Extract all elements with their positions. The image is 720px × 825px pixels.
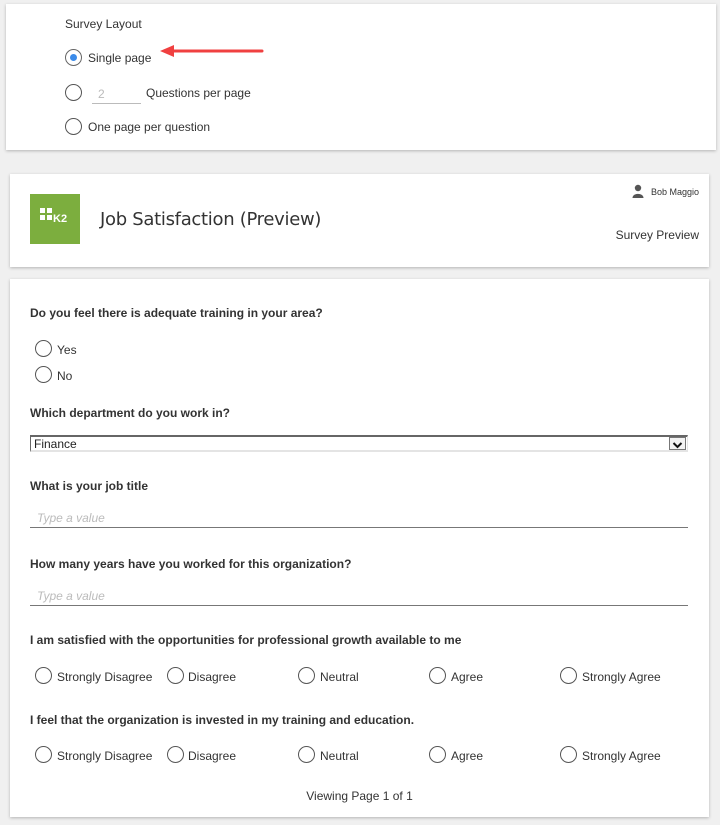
q1-no-label[interactable]: No <box>57 369 72 383</box>
question-6-text: I feel that the organization is invested… <box>30 713 415 727</box>
questions-per-page-radio[interactable] <box>65 84 82 101</box>
page-indicator: Viewing Page 1 of 1 <box>306 789 413 803</box>
q1-yes-label[interactable]: Yes <box>57 343 77 357</box>
q5-agree-radio[interactable] <box>429 667 446 684</box>
survey-header: K2 Job Satisfaction (Preview) Bob Maggio… <box>10 174 709 267</box>
q6-neutral-label[interactable]: Neutral <box>320 749 359 763</box>
q6-agree-label[interactable]: Agree <box>451 749 483 763</box>
user-icon <box>632 184 644 198</box>
survey-layout-title: Survey Layout <box>65 17 142 31</box>
q6-neutral-radio[interactable] <box>298 746 315 763</box>
k2-logo: K2 <box>30 194 80 244</box>
page-title: Job Satisfaction (Preview) <box>100 209 322 230</box>
q5-strongly-agree-label[interactable]: Strongly Agree <box>582 670 661 684</box>
q1-no-radio[interactable] <box>35 366 52 383</box>
survey-layout-panel: Survey Layout Single page Questions per … <box>6 4 716 150</box>
q5-strongly-agree-radio[interactable] <box>560 667 577 684</box>
years-worked-input[interactable] <box>30 586 688 606</box>
q5-disagree-label[interactable]: Disagree <box>188 670 236 684</box>
single-page-radio[interactable] <box>65 49 82 66</box>
q5-agree-label[interactable]: Agree <box>451 670 483 684</box>
q6-disagree-label[interactable]: Disagree <box>188 749 236 763</box>
question-2-text: Which department do you work in? <box>30 406 231 420</box>
q5-strongly-disagree-label[interactable]: Strongly Disagree <box>57 670 152 684</box>
q6-strongly-agree-label[interactable]: Strongly Agree <box>582 749 661 763</box>
q6-agree-radio[interactable] <box>429 746 446 763</box>
survey-preview-label: Survey Preview <box>615 228 699 242</box>
q6-strongly-disagree-label[interactable]: Strongly Disagree <box>57 749 152 763</box>
q5-disagree-radio[interactable] <box>167 667 184 684</box>
q5-neutral-radio[interactable] <box>298 667 315 684</box>
questions-per-page-label[interactable]: Questions per page <box>146 86 251 100</box>
q6-strongly-disagree-radio[interactable] <box>35 746 52 763</box>
one-page-per-question-radio[interactable] <box>65 118 82 135</box>
annotation-arrow-icon <box>160 45 264 57</box>
chevron-down-icon[interactable] <box>669 437 686 450</box>
job-title-input[interactable] <box>30 508 688 528</box>
department-select-value: Finance <box>34 437 77 451</box>
survey-form: Do you feel there is adequate training i… <box>10 279 709 817</box>
user-name: Bob Maggio <box>650 187 699 197</box>
q6-disagree-radio[interactable] <box>167 746 184 763</box>
question-5-text: I am satisfied with the opportunities fo… <box>30 633 462 647</box>
q5-neutral-label[interactable]: Neutral <box>320 670 359 684</box>
q1-yes-radio[interactable] <box>35 340 52 357</box>
single-page-label[interactable]: Single page <box>88 51 151 65</box>
q5-strongly-disagree-radio[interactable] <box>35 667 52 684</box>
question-4-text: How many years have you worked for this … <box>30 557 352 571</box>
one-page-per-question-label[interactable]: One page per question <box>88 120 210 134</box>
logo-text: K2 <box>53 213 68 225</box>
questions-per-page-input[interactable] <box>92 84 141 104</box>
question-3-text: What is your job title <box>30 479 149 493</box>
department-select[interactable]: Finance <box>30 435 688 452</box>
question-1-text: Do you feel there is adequate training i… <box>30 306 323 320</box>
q6-strongly-agree-radio[interactable] <box>560 746 577 763</box>
